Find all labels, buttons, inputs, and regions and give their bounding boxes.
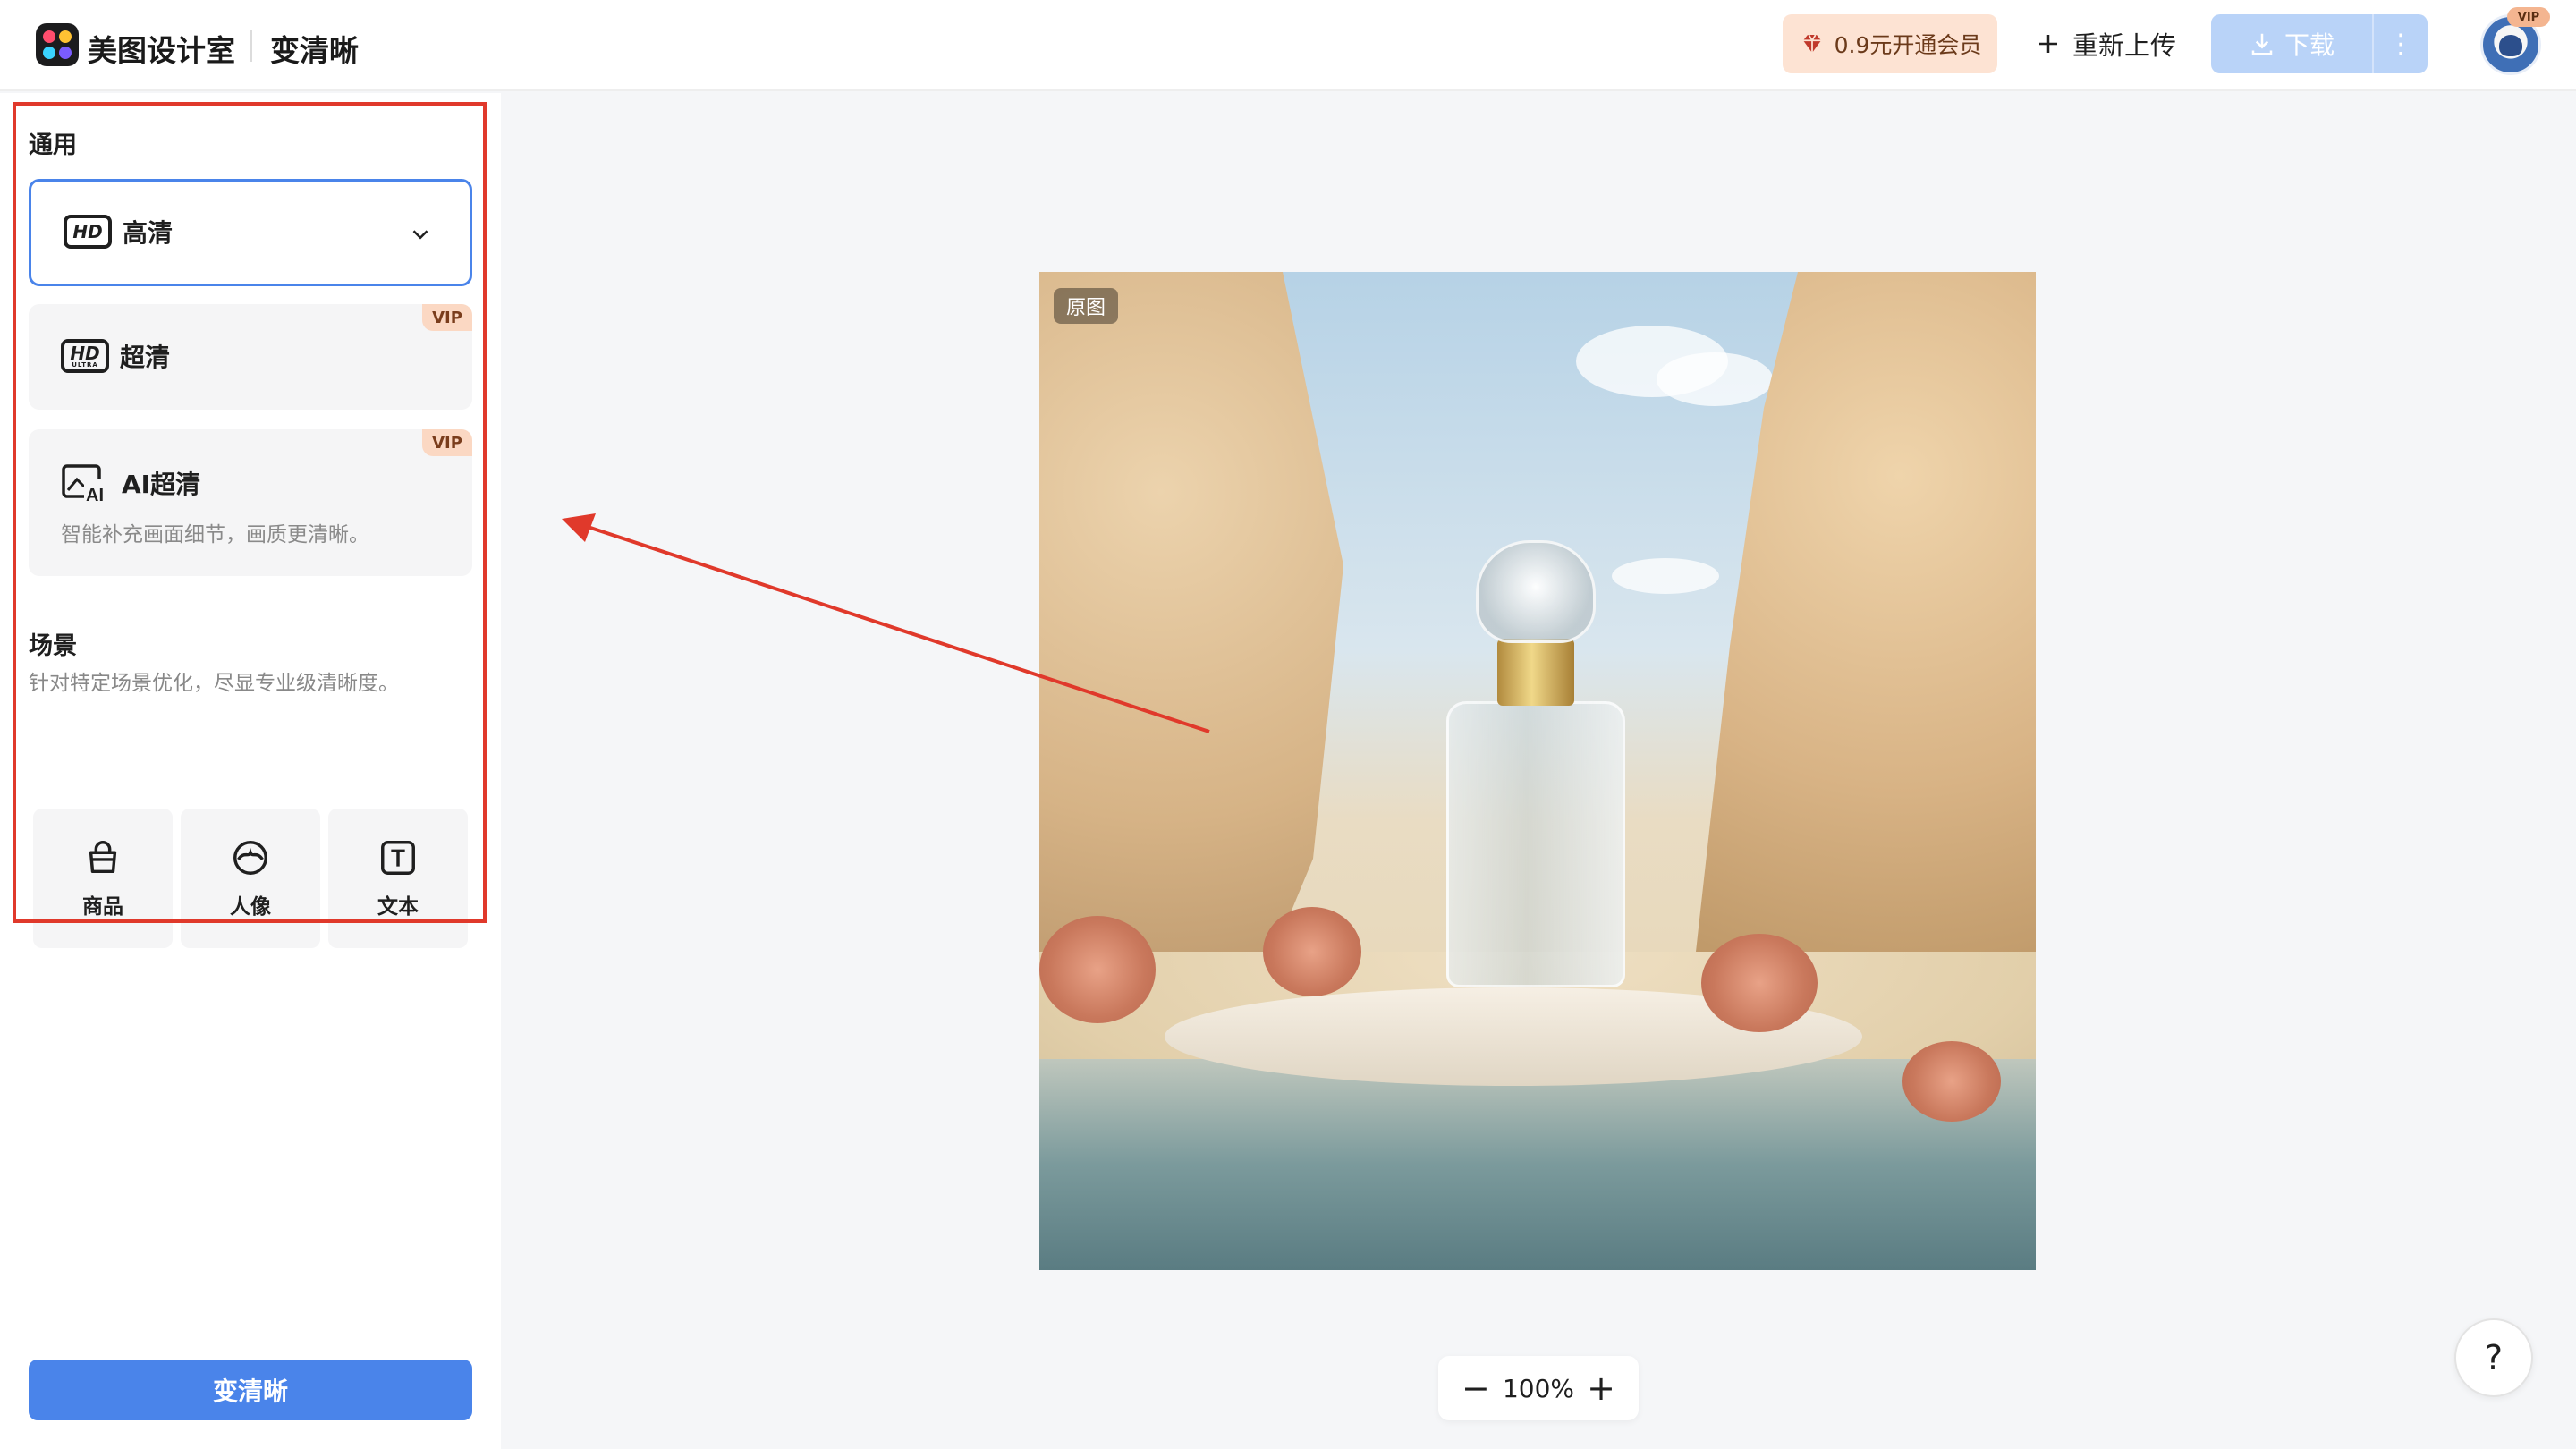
perfume-bottle [1446, 701, 1625, 987]
enhance-button[interactable]: 变清晰 [29, 1360, 472, 1420]
option-label: 高清 [123, 218, 174, 248]
cloud [1657, 352, 1773, 406]
download-icon [2251, 33, 2273, 55]
reupload-button[interactable]: 重新上传 [2035, 14, 2176, 73]
bottle-neck [1497, 639, 1574, 706]
rock-left [1039, 272, 1343, 1005]
image-tag: 原图 [1054, 288, 1119, 324]
zoom-out-button[interactable]: − [1462, 1371, 1490, 1405]
scene-label: 商品 [82, 895, 123, 919]
header-divider [250, 30, 252, 62]
bottle-cap [1476, 540, 1596, 643]
page-title: 变清晰 [270, 33, 359, 68]
zoom-level: 100% [1502, 1373, 1575, 1403]
vip-promo-label: 0.9元开通会员 [1834, 32, 1982, 58]
sidebar: 通用 HD 高清 VIP HD ULTRA 超清 VIP AI AI超清 智能补充… [0, 93, 501, 1449]
scene-text[interactable]: 文本 [328, 809, 468, 948]
vip-badge: VIP [422, 429, 472, 456]
help-icon: ? [2484, 1338, 2504, 1377]
flower [1902, 1041, 2001, 1122]
brand-name[interactable]: 美图设计室 [88, 27, 235, 70]
flower [1701, 934, 1818, 1032]
option-ultra-hd[interactable]: VIP HD ULTRA 超清 [29, 304, 472, 410]
chevron-down-icon [412, 230, 428, 240]
vip-badge: VIP [422, 304, 472, 331]
zoom-in-button[interactable]: + [1587, 1371, 1615, 1405]
hd-icon: HD [64, 215, 112, 249]
preview-image[interactable] [1039, 272, 2036, 1270]
download-label: 下载 [2284, 30, 2334, 60]
download-button[interactable]: 下载 [2211, 14, 2372, 73]
download-button-group: 下载 ⋮ [2211, 14, 2428, 73]
water-reflection [1039, 1059, 2036, 1270]
option-ai-ultra-hd[interactable]: VIP AI AI超清 智能补充画面细节，画质更清晰。 [29, 429, 472, 576]
flower [1039, 916, 1156, 1023]
vip-promo-button[interactable]: 0.9元开通会员 [1783, 14, 1997, 73]
reupload-label: 重新上传 [2072, 30, 2177, 61]
portrait-icon [233, 841, 267, 875]
help-button[interactable]: ? [2454, 1318, 2533, 1397]
avatar-vip-badge: VIP [2507, 7, 2550, 27]
avatar-image [2499, 35, 2522, 56]
option-label: AI超清 [122, 470, 201, 499]
cloud [1612, 558, 1719, 594]
app-logo[interactable] [36, 23, 79, 66]
option-hd[interactable]: HD 高清 [29, 179, 472, 286]
plus-icon [2039, 35, 2057, 53]
section-title-scene: 场景 [29, 632, 77, 660]
zoom-control: − 100% + [1438, 1356, 1639, 1420]
option-label: 超清 [120, 343, 171, 372]
flower [1263, 907, 1361, 996]
text-icon [381, 841, 415, 875]
scene-label: 文本 [377, 895, 419, 919]
section-title-general: 通用 [29, 131, 77, 159]
section-description: 针对特定场景优化，尽显专业级清晰度。 [29, 672, 399, 695]
svg-text:AI: AI [86, 486, 104, 503]
scene-product[interactable]: 商品 [33, 809, 173, 948]
ai-image-icon: AI [62, 464, 111, 503]
option-description: 智能补充画面细节，画质更清晰。 [61, 523, 369, 547]
download-more-button[interactable]: ⋮ [2374, 14, 2428, 73]
diamond-icon [1802, 34, 1821, 53]
more-vertical-icon: ⋮ [2387, 28, 2414, 60]
shopping-bag-icon [89, 841, 117, 874]
scene-label: 人像 [230, 895, 271, 919]
scene-portrait[interactable]: 人像 [181, 809, 320, 948]
top-bar: 美图设计室 变清晰 0.9元开通会员 重新上传 下载 ⋮ VIP [0, 0, 2576, 91]
hd-ultra-icon: HD ULTRA [61, 339, 109, 373]
